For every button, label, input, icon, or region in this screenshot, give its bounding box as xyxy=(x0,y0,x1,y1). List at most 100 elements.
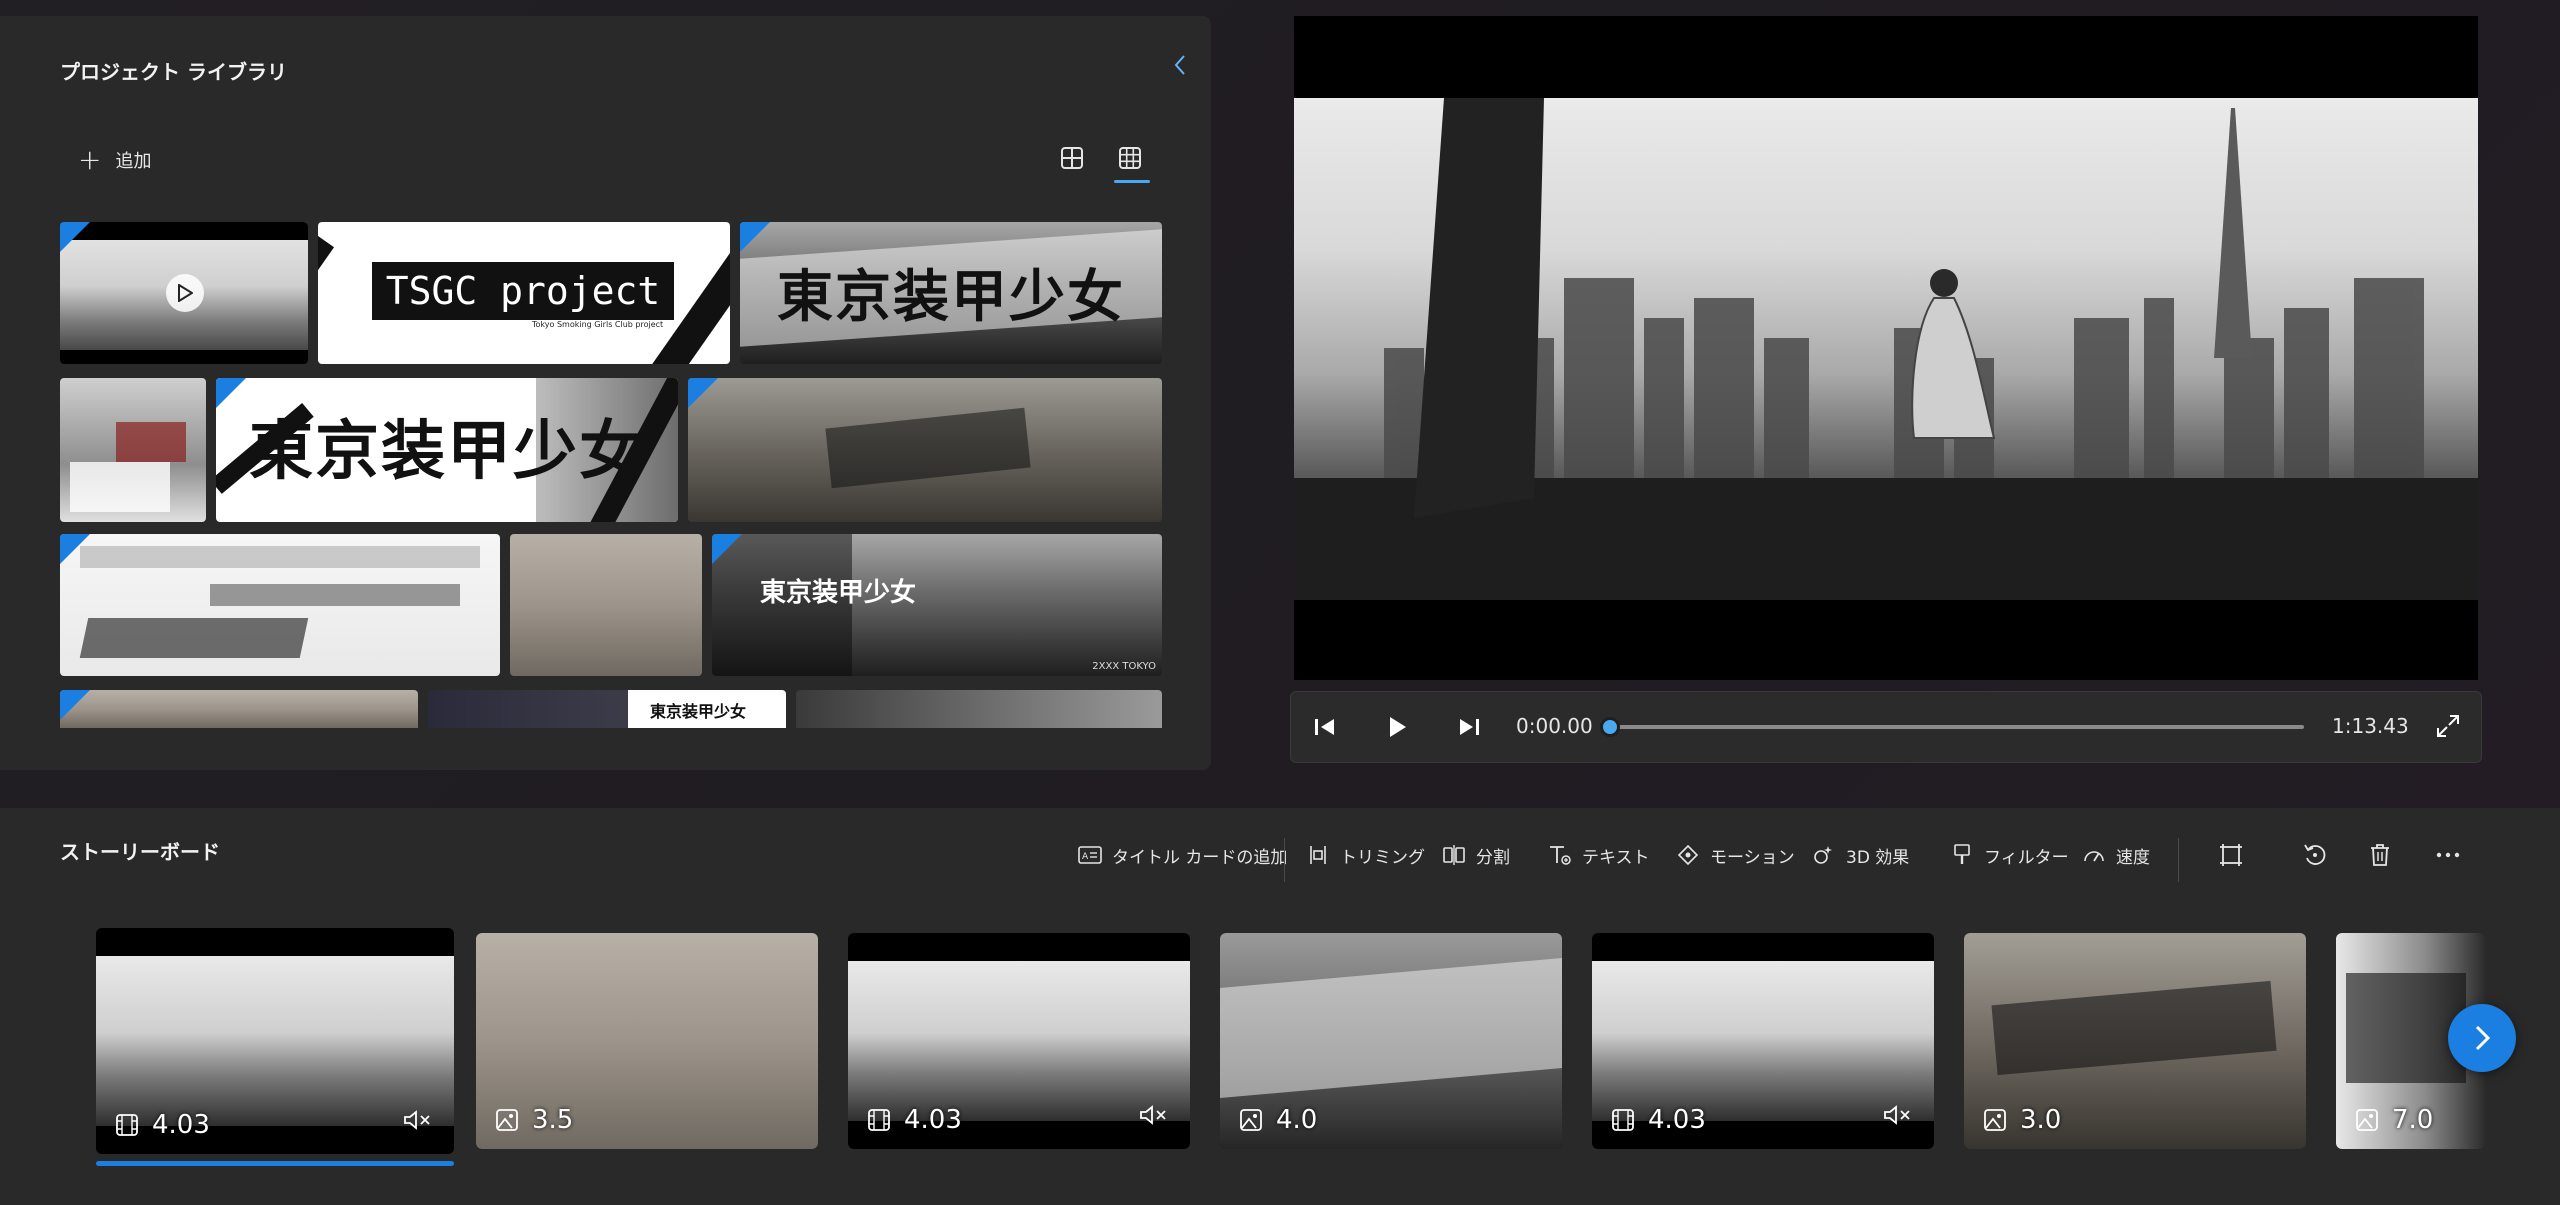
play-icon xyxy=(178,284,193,302)
total-duration: 1:13.43 xyxy=(2332,714,2409,738)
clip-duration: 4.03 xyxy=(1648,1105,1706,1135)
crop-resize-button[interactable] xyxy=(2218,840,2244,870)
3d-effects-button[interactable]: 3D 効果 xyxy=(1812,840,1909,870)
plus-icon: + xyxy=(78,143,102,176)
trim-label: トリミング xyxy=(1340,847,1425,868)
seek-bar[interactable] xyxy=(1610,725,2304,729)
brush-icon xyxy=(1954,844,1970,864)
skip-back-icon xyxy=(1315,719,1334,735)
trash-icon xyxy=(2371,844,2389,866)
text-button[interactable]: テキスト xyxy=(1548,840,1650,870)
muted-speaker-icon[interactable] xyxy=(1138,1103,1170,1127)
toolbar-separator xyxy=(1284,838,1285,882)
filters-label: フィルター xyxy=(1984,847,2069,868)
delete-button[interactable] xyxy=(2368,840,2392,870)
used-in-project-badge xyxy=(216,378,246,408)
chevron-right-icon xyxy=(2475,1025,2491,1051)
storyboard-clip-2[interactable]: 3.5 xyxy=(476,933,818,1149)
expand-icon xyxy=(2437,715,2459,737)
library-tile-image-8[interactable] xyxy=(510,534,702,676)
used-in-project-badge xyxy=(712,534,742,564)
add-title-card-button[interactable]: A タイトル カードの追加 xyxy=(1078,840,1287,870)
tile-title: 東京装甲少女 xyxy=(650,702,747,721)
next-frame-button[interactable] xyxy=(1456,712,1482,746)
title-card-icon: A xyxy=(1078,846,1102,864)
preview-frame xyxy=(1294,98,2478,600)
video-clip-icon xyxy=(116,1114,138,1136)
storyboard-title: ストーリーボード xyxy=(60,840,220,864)
video-clip-icon xyxy=(868,1109,890,1131)
library-tile-image-9[interactable]: 東京装甲少女 2XXX TOKYO xyxy=(712,534,1162,676)
previous-frame-button[interactable] xyxy=(1312,712,1338,746)
storyboard-clip-5[interactable]: 4.03 xyxy=(1592,933,1934,1149)
small-thumbnails-view-button[interactable] xyxy=(1116,144,1144,172)
scroll-storyboard-right-button[interactable] xyxy=(2448,1004,2516,1072)
text-icon xyxy=(1550,846,1571,865)
library-tile-image-3[interactable]: 東京装甲少女 xyxy=(740,222,1162,364)
svg-text:A: A xyxy=(1082,852,1089,862)
collapse-library-button[interactable] xyxy=(1168,52,1192,84)
library-tile-image-6[interactable] xyxy=(688,378,1162,522)
rotate-icon xyxy=(2304,844,2326,865)
3d-effects-icon xyxy=(1814,846,1832,864)
tile-title: 東京装甲少女 xyxy=(777,265,1125,330)
large-thumbnails-view-button[interactable] xyxy=(1058,144,1086,172)
image-clip-icon xyxy=(496,1109,518,1131)
image-clip-icon xyxy=(1240,1109,1262,1131)
split-label: 分割 xyxy=(1476,847,1510,868)
speedometer-icon xyxy=(2084,851,2104,862)
motion-label: モーション xyxy=(1710,847,1795,868)
split-button[interactable]: 分割 xyxy=(1442,840,1510,870)
storyboard-clip-1[interactable]: 4.03 xyxy=(96,928,454,1154)
library-tile-image-11[interactable]: 東京装甲少女 xyxy=(428,690,786,728)
storyboard-clip-4[interactable]: 4.0 xyxy=(1220,933,1562,1149)
used-in-project-badge xyxy=(688,378,718,408)
active-view-indicator xyxy=(1114,180,1150,183)
clip-duration: 4.03 xyxy=(152,1110,210,1140)
video-clip-icon xyxy=(1612,1109,1634,1131)
library-tile-image-5[interactable]: 東京装甲少女 xyxy=(216,378,678,522)
more-options-button[interactable] xyxy=(2434,840,2462,870)
muted-speaker-icon[interactable] xyxy=(402,1108,434,1132)
library-tile-image-12[interactable] xyxy=(796,690,1162,728)
selected-clip-indicator xyxy=(96,1161,454,1166)
filters-button[interactable]: フィルター xyxy=(1950,840,2069,870)
tile-title: 東京装甲少女 xyxy=(249,415,645,489)
rotate-button[interactable] xyxy=(2302,840,2328,870)
clip-duration: 7.0 xyxy=(2392,1105,2434,1135)
used-in-project-badge xyxy=(60,534,90,564)
trim-icon xyxy=(1310,846,1326,864)
add-media-button[interactable]: + 追加 xyxy=(78,142,151,178)
library-tile-image-7[interactable] xyxy=(60,534,500,676)
crop-icon xyxy=(2220,844,2242,866)
muted-speaker-icon[interactable] xyxy=(1882,1103,1914,1127)
speed-button[interactable]: 速度 xyxy=(2082,840,2150,870)
grid-2x2-icon xyxy=(1061,147,1083,169)
seek-thumb[interactable] xyxy=(1600,717,1620,737)
text-label: テキスト xyxy=(1582,847,1650,868)
current-time: 0:00.00 xyxy=(1516,714,1593,738)
3d-effects-label: 3D 効果 xyxy=(1846,847,1910,868)
clip-duration: 3.0 xyxy=(2020,1105,2062,1135)
tile-caption: 2XXX TOKYO xyxy=(1092,661,1156,672)
library-tile-video-1[interactable] xyxy=(60,222,308,364)
library-tile-image-4[interactable] xyxy=(60,378,206,522)
motion-button[interactable]: モーション xyxy=(1676,840,1795,870)
storyboard-clip-6[interactable]: 3.0 xyxy=(1964,933,2306,1149)
library-tile-image-10[interactable] xyxy=(60,690,418,728)
used-in-project-badge xyxy=(60,690,90,720)
grid-3x3-icon xyxy=(1119,147,1141,169)
chevron-left-icon xyxy=(1174,55,1185,75)
toolbar-separator xyxy=(2178,838,2179,882)
fullscreen-button[interactable] xyxy=(2434,712,2462,744)
storyboard-clip-3[interactable]: 4.03 xyxy=(848,933,1190,1149)
speed-label: 速度 xyxy=(2116,847,2150,868)
used-in-project-badge xyxy=(740,222,770,252)
trim-button[interactable]: トリミング xyxy=(1306,840,1425,870)
library-tile-image-2[interactable]: TSGC project Tokyo Smoking Girls Club pr… xyxy=(318,222,730,364)
tile-subtitle: Tokyo Smoking Girls Club project xyxy=(532,320,664,329)
used-in-project-badge xyxy=(60,222,90,252)
library-title: プロジェクト ライブラリ xyxy=(60,60,287,84)
play-button[interactable] xyxy=(1384,712,1410,746)
clip-duration: 4.03 xyxy=(904,1105,962,1135)
